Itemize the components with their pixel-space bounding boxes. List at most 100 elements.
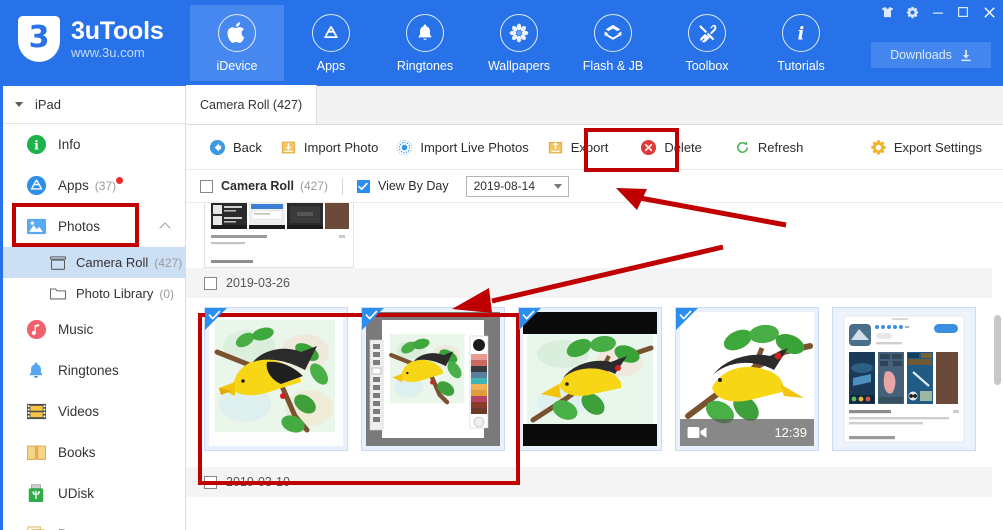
svg-text:i: i [798, 24, 805, 44]
select-all-checkbox[interactable] [200, 179, 213, 193]
settings-icon[interactable] [900, 0, 925, 24]
apple-icon [218, 13, 256, 52]
sidebar-item-label: Music [58, 322, 94, 337]
import-photo-button[interactable]: Import Photo [271, 134, 387, 161]
close-icon[interactable] [975, 0, 1003, 24]
downloads-button[interactable]: Downloads [871, 42, 991, 68]
sidebar-item-photo-library[interactable]: Photo Library (0) [3, 278, 185, 309]
thumbnail-image-letterbox-bird [523, 312, 657, 446]
back-button[interactable]: Back [200, 134, 271, 161]
shield-logo-icon: 3 [18, 16, 60, 62]
export-settings-button[interactable]: Export Settings [861, 134, 991, 161]
thumbnail-image-video-bird: 12:39 [680, 312, 814, 446]
nav-tab-wallpapers[interactable]: Wallpapers [472, 5, 566, 81]
toolbar-label: Delete [664, 139, 702, 155]
document-tab-camera-roll[interactable]: Camera Roll (427) [186, 85, 318, 124]
sidebar-item-books[interactable]: Books [3, 432, 185, 473]
date-group-checkbox[interactable] [204, 475, 217, 489]
chevron-up-icon[interactable] [159, 222, 171, 234]
scrollbar-thumb[interactable] [994, 315, 1001, 385]
flower-icon [500, 13, 538, 52]
sidebar-sub-label: Photo Library [76, 286, 154, 301]
sidebar-item-udisk[interactable]: UDisk [3, 473, 185, 514]
vertical-scrollbar[interactable] [992, 203, 1003, 530]
brand-url: www.3u.com [71, 44, 145, 60]
gear-yellow-icon [870, 139, 887, 156]
refresh-button[interactable]: Refresh [725, 134, 813, 161]
toolbar-label: Import Live Photos [420, 139, 529, 155]
export-button[interactable]: Export [538, 134, 618, 161]
nav-tab-tutorials[interactable]: i Tutorials [754, 5, 848, 81]
chevron-down-icon [15, 102, 23, 107]
photo-grid: 2019-03-26 12:39 2019-03-10 [186, 203, 1003, 530]
sidebar-item-data[interactable]: Data [3, 514, 185, 530]
sidebar-item-music[interactable]: Music [3, 309, 185, 350]
thumbnail-row: 12:39 [186, 298, 1003, 460]
nav-tab-flash-jb[interactable]: Flash & JB [566, 5, 660, 81]
select-all-label: Camera Roll [221, 179, 294, 193]
sidebar-device-header[interactable]: iPad [3, 86, 185, 124]
sidebar-item-info[interactable]: i Info [3, 124, 185, 165]
check-icon [679, 310, 692, 320]
sidebar-item-ringtones[interactable]: Ringtones [3, 350, 185, 391]
bell-icon [406, 13, 444, 52]
sidebar-sub-count: (427) [154, 255, 183, 270]
nav-tab-label: Tutorials [777, 58, 825, 73]
downloads-label: Downloads [890, 48, 952, 62]
thumbnail-item-video[interactable]: 12:39 [675, 307, 819, 451]
sidebar-item-photos[interactable]: Photos [3, 206, 185, 247]
sidebar-item-label: Ringtones [58, 363, 119, 378]
svg-text:i: i [34, 137, 39, 152]
appstore-screenshot [205, 203, 353, 267]
view-by-day-checkbox[interactable] [356, 179, 370, 193]
thumbnail-item[interactable] [361, 307, 505, 451]
sidebar-sub-label: Camera Roll [76, 255, 149, 270]
sidebar-item-apps[interactable]: Apps (37) [3, 165, 185, 206]
open-box-icon [594, 13, 632, 52]
date-select[interactable]: 2019-08-14 [465, 175, 569, 197]
minimize-icon[interactable] [925, 0, 950, 24]
document-tab-label: Camera Roll (427) [200, 97, 303, 112]
date-select-value: 2019-08-14 [473, 179, 535, 193]
thumbnail-item[interactable] [518, 307, 662, 451]
thumbnail-item[interactable] [832, 307, 976, 451]
date-group-checkbox[interactable] [204, 276, 217, 290]
nav-tab-idevice[interactable]: iDevice [190, 5, 284, 81]
video-overlay-bar: 12:39 [680, 419, 814, 446]
content-area: Camera Roll (427) Back Import Photo Impo… [186, 85, 1003, 530]
sidebar-sub-count: (0) [159, 286, 174, 301]
delete-button[interactable]: Delete [631, 134, 711, 161]
appstore-round-icon [25, 175, 47, 197]
sidebar-item-videos[interactable]: Videos [3, 391, 185, 432]
thumbnail-item[interactable] [204, 307, 348, 451]
thumbnail-partial[interactable] [204, 203, 354, 268]
info-circle-icon: i [25, 134, 47, 156]
skin-icon[interactable] [875, 0, 900, 24]
import-live-photos-button[interactable]: Import Live Photos [387, 134, 537, 161]
filter-bar: Camera Roll (427) View By Day 2019-08-14 [186, 170, 1003, 203]
nav-tab-toolbox[interactable]: Toolbox [660, 5, 754, 81]
window-controls [875, 0, 1003, 24]
film-icon [25, 401, 47, 423]
sidebar-item-label: Videos [58, 404, 100, 419]
bell-blue-icon [25, 360, 47, 382]
info-italic-icon: i [782, 13, 820, 52]
import-photo-icon [280, 139, 297, 156]
export-icon [547, 139, 564, 156]
maximize-icon[interactable] [950, 0, 975, 24]
sidebar-item-camera-roll[interactable]: Camera Roll (427) [3, 247, 185, 278]
nav-tab-ringtones[interactable]: Ringtones [378, 5, 472, 81]
toolbar-label: Import Photo [303, 139, 379, 155]
video-camera-icon [687, 427, 707, 438]
book-icon [25, 442, 47, 464]
sidebar-device-label: iPad [35, 97, 62, 112]
sidebar-item-label: Apps [58, 178, 89, 193]
nav-tab-label: iDevice [216, 58, 258, 73]
main-nav-tabs: iDevice Apps Ringtones Wallpapers Flash … [190, 5, 848, 81]
nav-tab-apps[interactable]: Apps [284, 5, 378, 81]
thumbnail-image-appstore-game [837, 312, 971, 446]
usb-icon [25, 483, 47, 505]
sidebar-item-label: Photos [58, 219, 101, 234]
music-note-icon [25, 319, 47, 341]
document-tab-strip: Camera Roll (427) [186, 85, 1003, 125]
